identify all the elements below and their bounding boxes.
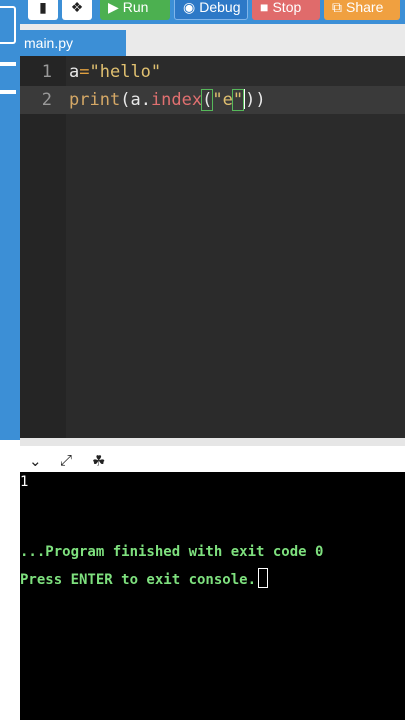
upload-button[interactable]: ❖ bbox=[62, 0, 92, 20]
debug-label: Debug bbox=[199, 0, 241, 15]
file-icon: ▮ bbox=[39, 0, 47, 15]
upload-icon: ❖ bbox=[70, 0, 84, 15]
stop-label: Stop bbox=[272, 0, 302, 15]
console-toolbar: ⌄ ⤢ ☘ bbox=[20, 438, 405, 472]
program-output: 1 bbox=[20, 474, 29, 490]
code-text: print(a.index("e")) bbox=[69, 89, 266, 111]
chevron-down-icon[interactable]: ⌄ bbox=[29, 452, 42, 470]
tab-main-py[interactable]: main.py bbox=[20, 30, 126, 56]
code-editor[interactable]: 1 a="hello" 2 print(a.index("e")) bbox=[20, 56, 405, 438]
file-tab-bar: main.py bbox=[20, 24, 405, 56]
bug-icon: ◉ bbox=[183, 0, 196, 15]
sidebar-toggle-box[interactable] bbox=[0, 6, 16, 44]
share-button[interactable]: ⧉ Share bbox=[324, 0, 400, 20]
exit-prompt: Press ENTER to exit console. bbox=[20, 572, 257, 588]
stop-icon: ■ bbox=[260, 0, 269, 15]
code-line-active[interactable]: 2 print(a.index("e")) bbox=[20, 86, 405, 114]
share-icon: ⧉ bbox=[332, 0, 342, 15]
console-output[interactable]: 1 ...Program finished with exit code 0 P… bbox=[20, 472, 405, 720]
line-number: 1 bbox=[41, 62, 52, 82]
new-file-button[interactable]: ▮ bbox=[28, 0, 58, 20]
debug-button[interactable]: ◉ Debug bbox=[174, 0, 248, 20]
sidebar-handle-bar bbox=[0, 90, 16, 94]
top-toolbar: ▮ ❖ ▶ Run ◉ Debug ■ Stop ⧉ Share bbox=[20, 0, 405, 24]
play-icon: ▶ bbox=[108, 0, 119, 15]
run-label: Run bbox=[122, 0, 149, 15]
stop-button[interactable]: ■ Stop bbox=[252, 0, 320, 20]
run-button[interactable]: ▶ Run bbox=[100, 0, 170, 20]
code-line[interactable]: 1 a="hello" bbox=[20, 58, 405, 86]
clear-console-icon[interactable]: ☘ bbox=[92, 452, 105, 470]
line-number: 2 bbox=[41, 90, 52, 110]
finish-message: ...Program finished with exit code 0 bbox=[20, 544, 324, 560]
left-sidebar-strip bbox=[0, 0, 20, 440]
share-label: Share bbox=[346, 0, 384, 15]
code-text: a="hello" bbox=[69, 62, 162, 82]
exit-prompt-line: Press ENTER to exit console. bbox=[20, 568, 269, 588]
tab-label: main.py bbox=[24, 35, 74, 51]
sidebar-handle-bar bbox=[0, 62, 16, 66]
expand-icon[interactable]: ⤢ bbox=[60, 452, 72, 469]
console-cursor bbox=[258, 568, 269, 588]
